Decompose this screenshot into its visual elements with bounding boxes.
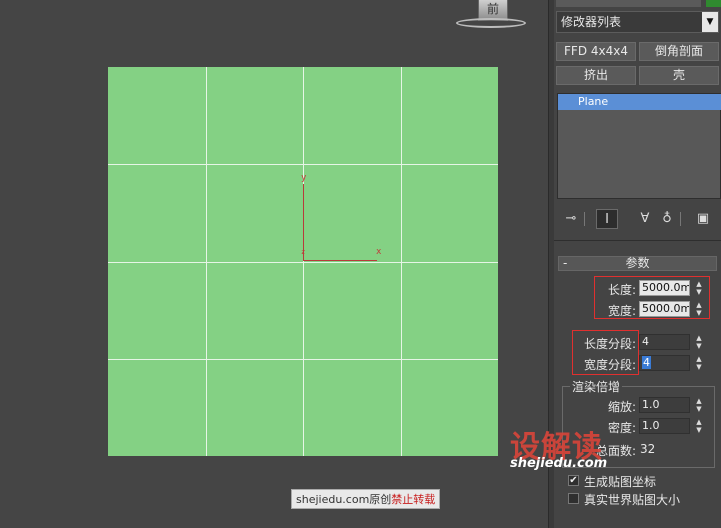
width-segs-input[interactable]: 4: [639, 355, 690, 371]
parameters-rollout-header[interactable]: - 参数: [558, 256, 717, 271]
stack-item-plane[interactable]: Plane: [558, 94, 721, 110]
scale-spinner[interactable]: ▲ ▼: [693, 397, 705, 413]
plane-object[interactable]: [108, 67, 498, 456]
modifier-list-dropdown[interactable]: 修改器列表 ▼: [556, 11, 719, 33]
scale-input[interactable]: 1.0: [639, 397, 690, 413]
panel-separator: [554, 240, 721, 241]
shell-button[interactable]: 壳: [639, 66, 719, 85]
density-spinner[interactable]: ▲ ▼: [693, 418, 705, 434]
object-name-field[interactable]: [556, 0, 701, 7]
make-unique-icon[interactable]: ∀: [634, 209, 656, 229]
pin-stack-icon[interactable]: ⊸: [560, 209, 585, 229]
front-viewport[interactable]: 前 y x z shejiedu.com原创禁止转载: [0, 0, 548, 528]
gizmo-z-label: z: [301, 248, 306, 256]
width-segs-spinner[interactable]: ▲ ▼: [693, 355, 705, 371]
modifier-stack[interactable]: Plane: [557, 93, 721, 199]
total-faces-value: 32: [640, 442, 656, 456]
site-watermark: shejiedu.com原创禁止转载: [291, 489, 441, 509]
site-watermark-warning: 禁止转载: [391, 493, 436, 506]
object-color-swatch[interactable]: [706, 0, 721, 7]
modifier-list-label: 修改器列表: [561, 15, 622, 29]
ffd-button[interactable]: FFD 4x4x4: [556, 42, 636, 61]
configure-modifier-sets-icon[interactable]: ▣: [692, 209, 714, 229]
bevel-profile-button[interactable]: 倒角剖面: [639, 42, 719, 61]
highlight-box-segments: [572, 330, 639, 375]
gizmo-y-label: y: [301, 173, 307, 183]
width-segs-selected-text: 4: [642, 356, 651, 369]
plane-grid-line-h: [108, 359, 498, 360]
extrude-button[interactable]: 挤出: [556, 66, 636, 85]
scale-label: 缩放:: [607, 400, 636, 414]
highlight-box-dimensions: [594, 276, 710, 319]
site-watermark-text: shejiedu.com原创: [296, 493, 392, 506]
render-multipliers-title: 渲染倍增: [570, 378, 623, 395]
chevron-down-icon[interactable]: ▼: [702, 12, 718, 32]
show-end-result-icon[interactable]: I: [596, 209, 618, 229]
real-world-checkbox[interactable]: [568, 493, 579, 504]
plane-grid-line-h: [108, 262, 498, 263]
length-segs-spinner[interactable]: ▲ ▼: [693, 334, 705, 350]
gen-mapping-checkbox[interactable]: ✔: [568, 475, 579, 486]
collapse-icon: -: [563, 256, 568, 270]
gizmo-x-label: x: [376, 247, 382, 257]
gizmo-x-axis: [303, 260, 377, 261]
viewcube[interactable]: 前: [456, 0, 528, 32]
real-world-label: 真实世界贴图大小: [584, 493, 681, 507]
logo-watermark-url: shejiedu.com: [510, 456, 608, 471]
length-segs-input[interactable]: 4: [639, 334, 690, 350]
plane-grid-line-h: [108, 164, 498, 165]
remove-modifier-icon[interactable]: ♁: [656, 209, 681, 229]
stack-toolbar: ⊸ I ∀ ♁ ▣: [554, 207, 721, 231]
gen-mapping-label: 生成贴图坐标: [584, 475, 657, 489]
parameters-title: 参数: [625, 256, 650, 270]
viewcube-ring[interactable]: [456, 18, 526, 28]
density-input[interactable]: 1.0: [639, 418, 690, 434]
